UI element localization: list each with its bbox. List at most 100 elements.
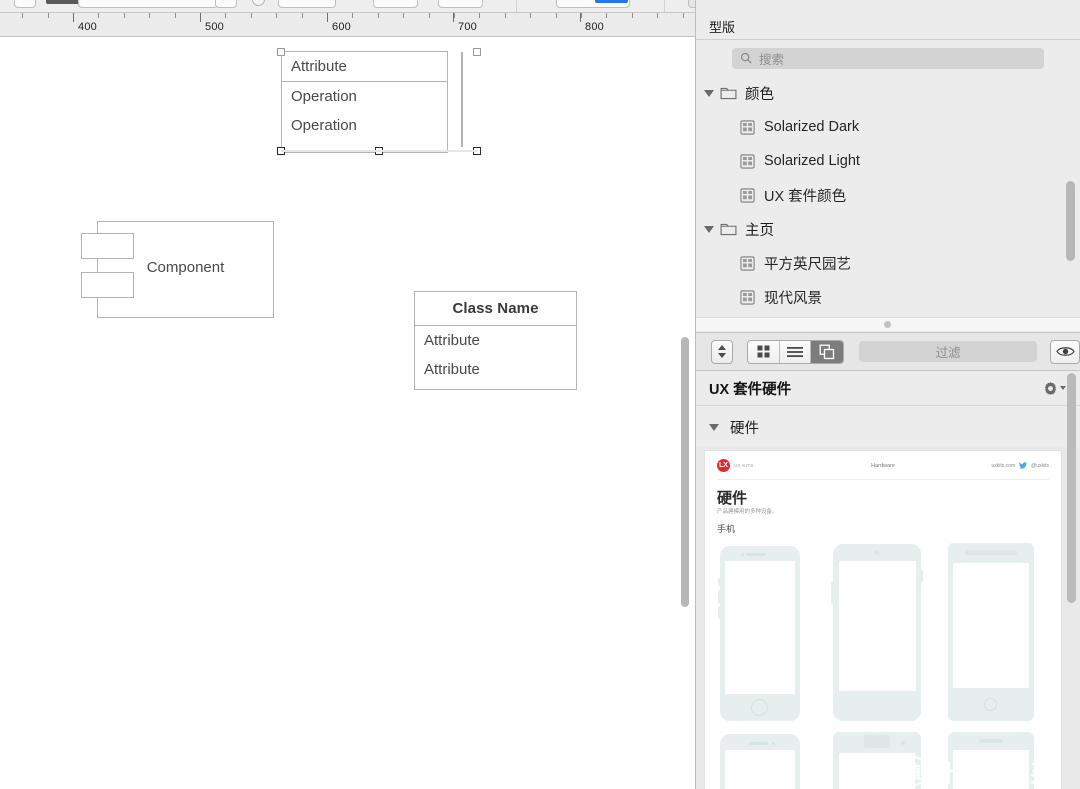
sheet-heading: 硬件 bbox=[717, 490, 748, 507]
library-item-label: UX 套件颜色 bbox=[764, 188, 847, 205]
stencil-vertical-scrollbar[interactable] bbox=[1067, 373, 1076, 786]
library-item-label: 平方英尺园艺 bbox=[764, 256, 851, 273]
search-row: 搜索 bbox=[696, 41, 1080, 75]
sheet-header: LX UX KITS Hardware uxkits.com @uxkits bbox=[717, 458, 1049, 480]
stencil-options-button[interactable] bbox=[1043, 381, 1066, 396]
opacity-field[interactable] bbox=[278, 0, 336, 8]
view-mode-list[interactable] bbox=[779, 340, 812, 363]
stencil-preview-canvas[interactable]: LX UX KITS Hardware uxkits.com @uxkits 硬… bbox=[696, 447, 1080, 789]
stroke-width-field[interactable] bbox=[78, 0, 218, 8]
sheet-group-heading: 手机 bbox=[717, 524, 736, 534]
right-panel-header: 型版 bbox=[696, 13, 1080, 40]
visibility-toggle-button[interactable] bbox=[1050, 339, 1080, 364]
uml-operation-row: Operation bbox=[291, 117, 357, 134]
stencil-icon bbox=[740, 289, 755, 305]
filter-placeholder: 过滤 bbox=[935, 346, 961, 360]
panel-resize-grip[interactable] bbox=[884, 321, 891, 328]
stencil-title-bar: UX 套件硬件 bbox=[696, 371, 1080, 406]
list-icon bbox=[786, 346, 803, 357]
stencil-scroll-thumb[interactable] bbox=[1067, 373, 1076, 603]
search-input[interactable]: 搜索 bbox=[732, 47, 1044, 69]
right-panel-title: 型版 bbox=[709, 19, 736, 35]
android-tablet-mockup[interactable] bbox=[948, 732, 1034, 789]
shape-button-2[interactable] bbox=[438, 0, 483, 8]
gear-icon bbox=[1044, 381, 1057, 395]
library-item-3[interactable]: UX 套件颜色 bbox=[696, 178, 1080, 212]
library-item-6[interactable]: 现代风景 bbox=[696, 280, 1080, 314]
library-list[interactable]: 颜色 Solarized Dark Solarized Light UX 套件颜色主页… bbox=[696, 76, 1080, 322]
folder-icon bbox=[720, 87, 737, 99]
disclosure-triangle-icon[interactable] bbox=[709, 423, 719, 431]
disclosure-triangle-icon[interactable] bbox=[704, 89, 714, 97]
selection-handle-top-left[interactable] bbox=[277, 48, 285, 56]
shape-button-1[interactable] bbox=[373, 0, 418, 8]
ruler-tick bbox=[250, 13, 252, 18]
uml-class-shape[interactable]: Class Name Attribute Attribute bbox=[414, 291, 577, 390]
ruler-tick bbox=[98, 13, 100, 18]
ruler-major-tick bbox=[200, 13, 201, 22]
stencil-section-header[interactable]: 硬件 bbox=[696, 407, 1080, 447]
stepper-down-icon[interactable] bbox=[717, 353, 726, 358]
ruler-label: 500 bbox=[205, 21, 224, 33]
ruler-major-tick bbox=[580, 13, 581, 22]
library-item-1[interactable]: Solarized Dark bbox=[696, 110, 1080, 144]
sheet-category: Hardware bbox=[871, 462, 895, 469]
library-item-5[interactable]: 平方英尺园艺 bbox=[696, 246, 1080, 280]
stencil-icon bbox=[740, 153, 755, 169]
library-item-2[interactable]: Solarized Light bbox=[696, 144, 1080, 178]
filter-input[interactable]: 过滤 bbox=[858, 341, 1038, 362]
search-placeholder: 搜索 bbox=[759, 52, 785, 67]
ruler-tick bbox=[276, 13, 278, 18]
sheet-site: uxkits.com bbox=[991, 462, 1016, 469]
library-group-label: 颜色 bbox=[745, 86, 774, 103]
size-stepper[interactable] bbox=[711, 339, 733, 364]
canvas-vertical-scrollbar[interactable] bbox=[678, 37, 692, 789]
stencil-icon bbox=[740, 119, 755, 135]
selection-edge-right bbox=[461, 52, 463, 147]
stencil-icon bbox=[740, 255, 755, 271]
view-mode-grid[interactable] bbox=[747, 340, 780, 363]
stencil-title: UX 套件硬件 bbox=[709, 381, 792, 398]
tablet-mockup[interactable] bbox=[720, 734, 800, 789]
ruler-tick bbox=[47, 13, 49, 18]
stepper-up-icon[interactable] bbox=[717, 345, 726, 350]
ruler-label: 400 bbox=[78, 21, 97, 33]
ruler-major-tick bbox=[73, 13, 74, 22]
selection-handle-top-right[interactable] bbox=[473, 48, 481, 56]
stencil-sheet[interactable]: LX UX KITS Hardware uxkits.com @uxkits 硬… bbox=[704, 450, 1062, 789]
color-swatch-circle[interactable] bbox=[252, 0, 265, 6]
uml-class-selected[interactable]: Attribute Operation Operation bbox=[281, 51, 448, 153]
grid-icon bbox=[757, 345, 770, 358]
ruler-tick bbox=[631, 13, 633, 18]
uml-class-title: Class Name bbox=[452, 300, 539, 317]
uml-attribute-row: Attribute bbox=[424, 361, 480, 378]
ruler-tick bbox=[682, 13, 684, 18]
ruler-tick bbox=[428, 13, 430, 18]
android-phone-mockup[interactable] bbox=[948, 543, 1034, 721]
view-mode-canvas[interactable] bbox=[811, 340, 843, 363]
ruler-label: 800 bbox=[585, 21, 604, 33]
ruler-tick bbox=[225, 13, 227, 18]
canvas-surface[interactable]: Attribute Operation Operation Component … bbox=[0, 37, 696, 789]
library-scrollbar[interactable] bbox=[1066, 181, 1075, 261]
phablet-mockup[interactable] bbox=[833, 732, 921, 789]
horizontal-ruler[interactable]: 400 500 600 700 800 bbox=[0, 13, 696, 37]
disclosure-triangle-icon[interactable] bbox=[704, 225, 714, 233]
stroke-end-button[interactable] bbox=[215, 0, 237, 8]
library-group-0[interactable]: 颜色 bbox=[696, 76, 1080, 110]
iphone-mockup[interactable] bbox=[718, 546, 800, 721]
eye-icon bbox=[1055, 347, 1075, 356]
stencil-section-label: 硬件 bbox=[730, 420, 759, 437]
uml-attribute-row: Attribute bbox=[291, 58, 347, 75]
canvas-pane: 400 500 600 700 800 Attribute Operation Oper… bbox=[0, 13, 696, 789]
toolbar-button-1[interactable] bbox=[14, 0, 36, 8]
canvas-scroll-thumb[interactable] bbox=[681, 337, 689, 607]
library-group-4[interactable]: 主页 bbox=[696, 212, 1080, 246]
uml-operation-row: Operation bbox=[291, 88, 357, 105]
android-nexus-mockup[interactable] bbox=[831, 544, 923, 721]
ruler-tick bbox=[174, 13, 176, 18]
ux-kits-brand: UX KITS bbox=[734, 463, 754, 468]
search-icon bbox=[740, 52, 752, 64]
ruler-major-tick bbox=[453, 13, 454, 22]
stencil-toolbar: 过滤 bbox=[696, 332, 1080, 371]
